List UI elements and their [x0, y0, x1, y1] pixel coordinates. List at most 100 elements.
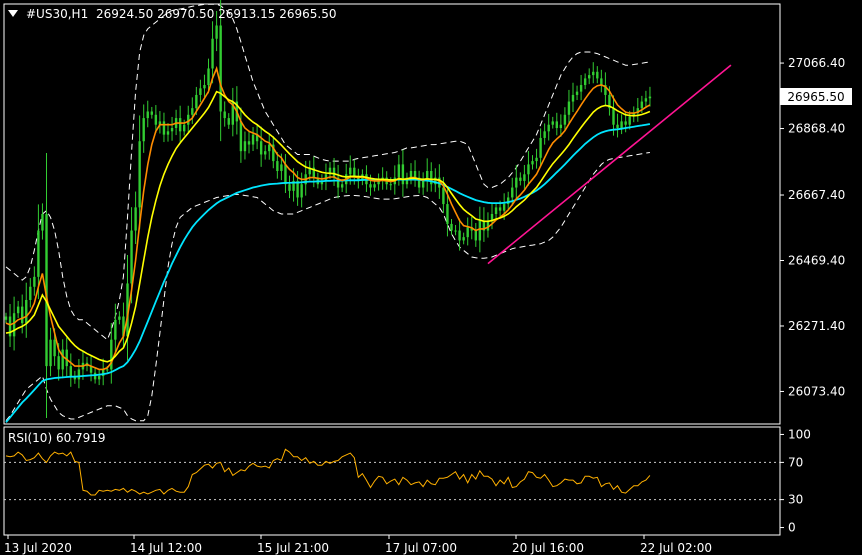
time-axis-label: 14 Jul 12:00: [130, 541, 202, 555]
candle-body: [191, 108, 194, 115]
candle-body: [523, 174, 526, 181]
ohlc-values: 26924.50 26970.50 26913.15 26965.50: [96, 7, 336, 21]
candle-body: [166, 131, 170, 135]
candle-body: [178, 118, 182, 132]
candle-body: [579, 85, 583, 92]
candle-body: [284, 164, 287, 185]
candle-body: [624, 121, 627, 125]
axis-labels: 26073.40 26271.40 26469.40 26667.40 26868.40…: [4, 56, 845, 555]
candle-body: [300, 184, 303, 198]
envelope-bands: [5, 3, 650, 422]
candle-body: [49, 339, 52, 367]
candle-body: [588, 75, 591, 79]
candle-body: [369, 184, 372, 188]
rsi-axis-label: 0: [788, 521, 796, 535]
candle-body: [150, 111, 153, 115]
candle-body: [519, 177, 522, 181]
candle-body: [592, 71, 595, 76]
candle-body: [397, 164, 401, 178]
candle-body: [349, 167, 352, 175]
candle-body: [25, 299, 28, 324]
candle-body: [53, 339, 56, 357]
candle-body: [551, 121, 554, 125]
candle-body: [373, 184, 376, 188]
trading-chart[interactable]: 26073.40 26271.40 26469.40 26667.40 26868.40…: [0, 0, 862, 555]
time-axis-label: 22 Jul 02:00: [640, 541, 712, 555]
candle-body: [12, 313, 16, 337]
candle-body: [97, 376, 101, 380]
candle-body: [264, 151, 267, 155]
candle-body: [247, 141, 251, 145]
candle-body: [223, 111, 226, 119]
candle-body: [555, 121, 558, 129]
candle-body: [199, 88, 202, 95]
candle-body: [494, 207, 498, 214]
ma-fast-line: [5, 65, 651, 371]
candle-body: [33, 276, 36, 287]
price-axis-label: 26469.40: [788, 253, 845, 267]
symbol-label: #US30,H1: [26, 7, 88, 21]
candle-body: [340, 184, 344, 188]
candle-body: [648, 96, 652, 99]
candle-body: [620, 121, 623, 129]
rsi-axis-label: 30: [788, 493, 803, 507]
candle-body: [61, 349, 64, 370]
candle-body: [37, 230, 40, 277]
candle-body: [162, 121, 166, 135]
candle-body: [616, 124, 619, 129]
candle-body: [332, 167, 336, 178]
candle-body: [596, 71, 599, 79]
rsi-panel-frame: [3, 426, 781, 536]
candle-body: [276, 161, 279, 172]
price-axis-label: 27066.40: [788, 56, 845, 70]
time-axis-label: 15 Jul 21:00: [257, 541, 329, 555]
lower-band-line: [5, 152, 650, 422]
price-axis-label: 26073.40: [788, 384, 845, 398]
candle-body: [138, 141, 141, 208]
candle-body: [389, 184, 392, 186]
time-axis-label: 20 Jul 16:00: [512, 541, 584, 555]
rsi-header-label: RSI(10) 60.7919: [8, 431, 106, 445]
candle-body: [450, 223, 453, 231]
candle-body: [567, 101, 571, 115]
candle-body: [146, 111, 149, 119]
candle-body: [502, 204, 506, 211]
candle-body: [454, 230, 457, 232]
candle-body: [118, 316, 121, 320]
time-axis-label: 17 Jul 07:00: [385, 541, 457, 555]
candle-body: [640, 101, 644, 109]
candle-body: [69, 366, 72, 377]
candle-body: [259, 141, 263, 155]
candle-body: [154, 114, 158, 125]
candle-body: [251, 134, 255, 145]
candle-body: [571, 94, 575, 102]
upper-band-line: [5, 3, 650, 341]
ma-mid-line: [5, 90, 651, 363]
candle-body: [288, 184, 291, 191]
candle-body: [442, 187, 445, 205]
candle-body: [203, 85, 206, 89]
candle-body: [142, 118, 145, 142]
candle-body: [16, 306, 20, 314]
price-axis-label: 26868.40: [788, 122, 845, 136]
candle-body: [575, 91, 579, 95]
candle-body: [77, 369, 81, 380]
candle-body: [57, 356, 60, 370]
candle-body: [583, 78, 587, 86]
chart-menu-triangle-icon[interactable]: [8, 10, 18, 17]
rsi-layer: [5, 448, 651, 496]
candle-body: [4, 316, 8, 320]
candle-body: [219, 25, 222, 112]
rsi-axis-label: 100: [788, 427, 811, 441]
candle-body: [215, 25, 218, 39]
candle-body: [268, 144, 271, 152]
candle-body: [547, 124, 550, 132]
price-axis-label: 26271.40: [788, 319, 845, 333]
candle-body: [114, 319, 117, 340]
candle-body: [41, 214, 44, 231]
price-panel-frame: [3, 3, 781, 425]
candle-body: [8, 316, 12, 337]
candle-body: [29, 286, 32, 300]
candle-body: [239, 121, 243, 152]
candle-body: [21, 306, 24, 324]
